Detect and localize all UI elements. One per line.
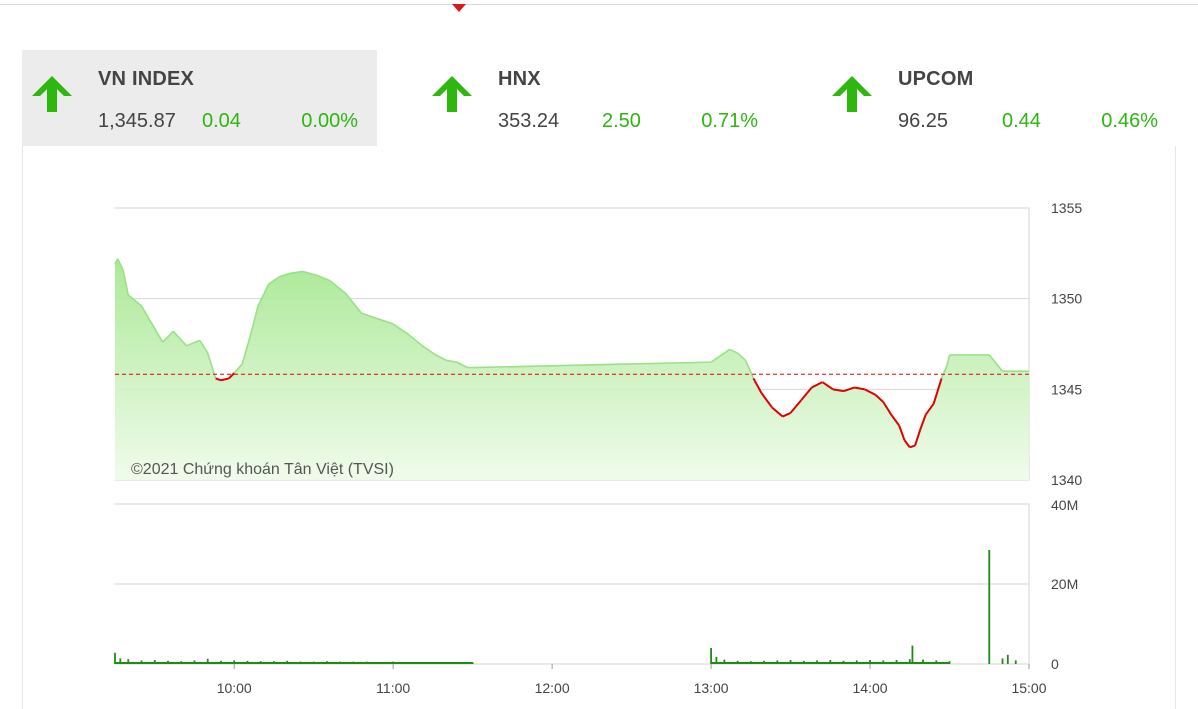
price-area-fill <box>115 258 1029 480</box>
time-tick-label: 12:00 <box>535 680 570 696</box>
volume-bar <box>1006 654 1009 664</box>
arrow-up-icon <box>432 76 472 112</box>
index-name: UPCOM <box>898 68 974 90</box>
index-percent: 0.71% <box>701 110 758 132</box>
price-tick-label: 1355 <box>1051 200 1082 216</box>
volume-axis: 40M 20M 0 <box>1051 497 1078 672</box>
volume-grid <box>115 503 1030 665</box>
volume-bar <box>911 645 914 664</box>
arrow-up-icon <box>832 76 872 112</box>
price-tick-label: 1345 <box>1051 381 1082 397</box>
index-name: HNX <box>498 68 541 90</box>
time-tick-label: 15:00 <box>1011 680 1046 696</box>
watermark: ©2021 Chứng khoán Tân Việt (TVSI) <box>131 461 394 478</box>
tab-upcom[interactable]: UPCOM 96.25 0.44 0.46% <box>822 50 1177 146</box>
tab-hnx[interactable]: HNX 353.24 2.50 0.71% <box>422 50 777 146</box>
price-area <box>114 258 1029 480</box>
caret-down-icon <box>452 4 466 12</box>
volume-bar <box>988 550 991 664</box>
index-percent: 0.00% <box>301 110 358 132</box>
time-tick-label: 13:00 <box>694 680 729 696</box>
arrow-up-icon <box>32 76 72 112</box>
index-value: 1,345.87 <box>98 110 176 132</box>
time-tick-label: 11:00 <box>376 680 410 696</box>
price-axis: 1355 1350 1345 1340 <box>1051 200 1082 488</box>
volume-baseline <box>115 662 473 664</box>
time-tick-label: 14:00 <box>853 680 888 696</box>
volume-bars <box>114 550 1017 664</box>
index-tabs: VN INDEX 1,345.87 0.04 0.00% HNX 353.24 … <box>22 50 1176 146</box>
volume-bar <box>1014 660 1017 664</box>
index-change: 2.50 <box>602 110 641 132</box>
time-tick-label: 10:00 <box>217 680 252 696</box>
volume-bar <box>1001 658 1004 664</box>
index-percent: 0.46% <box>1101 110 1158 132</box>
volume-tick-label: 40M <box>1051 497 1078 513</box>
index-change: 0.44 <box>1002 110 1041 132</box>
index-change: 0.04 <box>202 110 241 132</box>
volume-baseline <box>711 662 950 664</box>
price-tick-label: 1350 <box>1051 291 1082 307</box>
tab-vn-index[interactable]: VN INDEX 1,345.87 0.04 0.00% <box>22 50 377 146</box>
index-name: VN INDEX <box>98 68 195 90</box>
intraday-chart: 1355 1350 1345 1340 ©2021 Chứng khoán Tân V… <box>114 200 1082 696</box>
top-divider <box>0 4 1198 5</box>
time-axis: 10:00 11:00 12:00 13:00 14:00 15:00 <box>217 664 1047 696</box>
price-tick-label: 1340 <box>1051 472 1082 488</box>
volume-tick-label: 0 <box>1051 656 1059 672</box>
volume-bar <box>710 648 712 664</box>
intraday-chart-panel: 1355 1350 1345 1340 ©2021 Chứng khoán Tân V… <box>22 146 1176 709</box>
index-value: 353.24 <box>498 110 560 132</box>
index-value: 96.25 <box>898 110 949 132</box>
volume-tick-label: 20M <box>1051 576 1078 592</box>
